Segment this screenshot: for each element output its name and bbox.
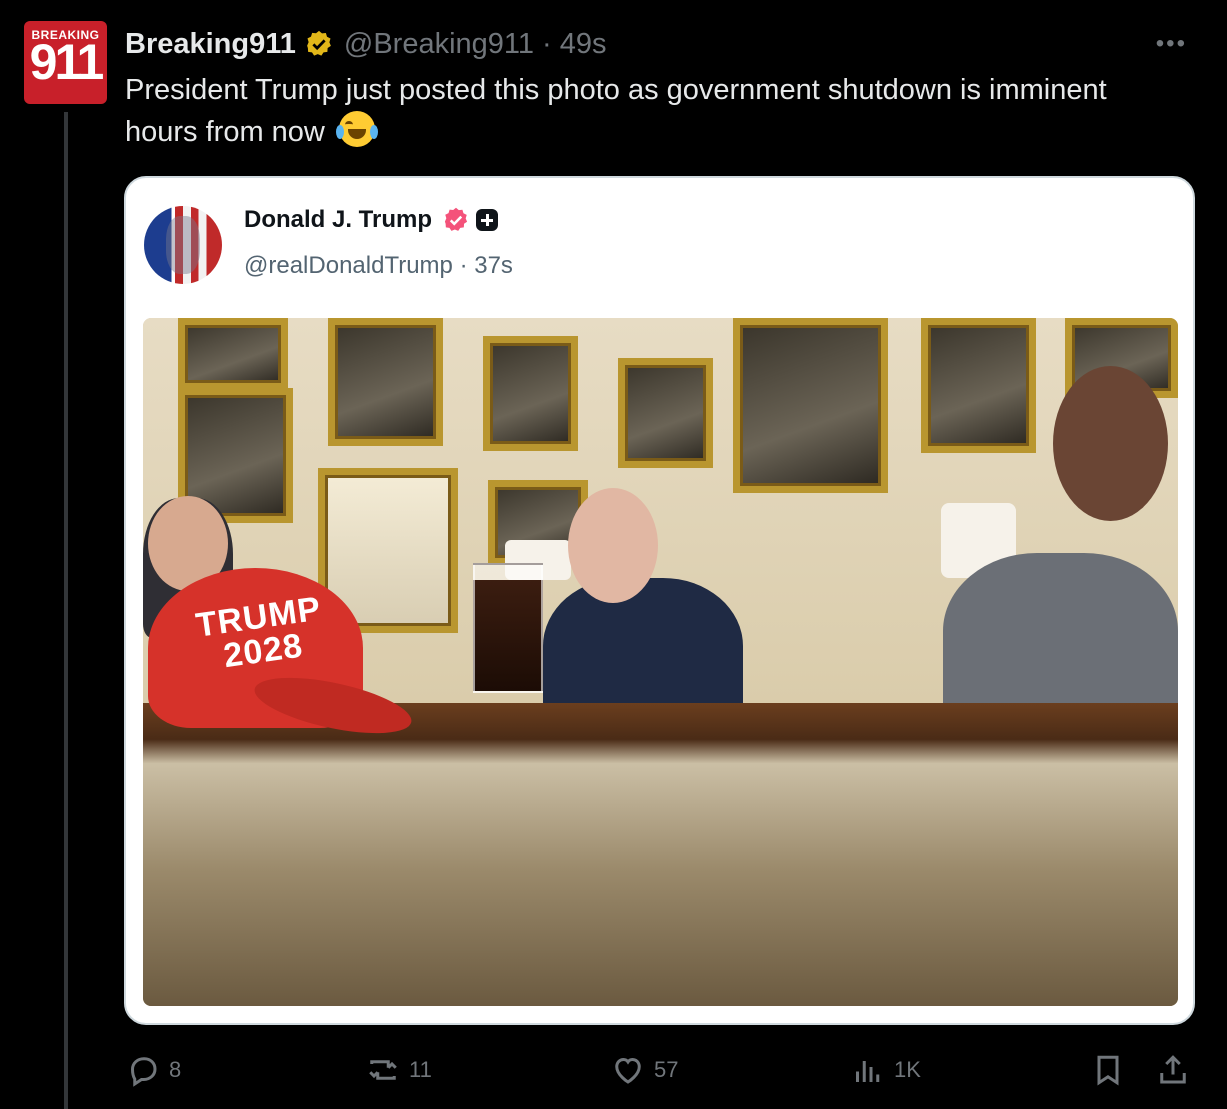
reply-icon [130, 1057, 157, 1087]
like-button[interactable]: 57 [610, 1052, 678, 1088]
timestamp[interactable]: 49s [560, 28, 607, 61]
gold-verified-icon[interactable] [304, 29, 334, 59]
thread-line [64, 112, 68, 1109]
portrait-frame [178, 318, 288, 390]
repost-count: 11 [409, 1057, 432, 1082]
pink-verified-icon [444, 207, 468, 231]
quoted-header: Donald J. Trump [244, 206, 499, 234]
like-count: 57 [654, 1057, 679, 1082]
avatar-number-text: 911 [29, 34, 105, 90]
reply-button[interactable]: 8 [125, 1052, 181, 1088]
affiliate-badge-icon [476, 209, 499, 231]
quoted-tweet-card[interactable]: Donald J. Trump @realDonaldTrump · 37s T… [124, 176, 1195, 1025]
quoted-separator: · [459, 252, 468, 279]
quoted-photo[interactable]: TRUMP 2028 [143, 318, 1178, 1006]
share-icon [1160, 1055, 1186, 1084]
heart-icon [615, 1057, 641, 1084]
portrait-frame [733, 318, 888, 493]
analytics-icon [856, 1061, 880, 1082]
bookmark-icon [1097, 1055, 1119, 1086]
tweet-body: President Trump just posted this photo a… [125, 74, 1107, 148]
action-bar: 8 11 57 1K [125, 1052, 1195, 1096]
share-button[interactable] [1155, 1052, 1199, 1088]
handle[interactable]: @Breaking911 [344, 28, 534, 61]
person-right-head [1053, 366, 1168, 521]
view-count: 1K [894, 1057, 921, 1082]
quoted-avatar[interactable] [144, 206, 222, 284]
repost-button[interactable]: 11 [365, 1052, 432, 1088]
portrait-frame [483, 336, 578, 451]
person-center-head [568, 488, 658, 603]
repost-icon [369, 1060, 397, 1080]
reflective-table [143, 703, 1178, 1006]
portrait-frame [921, 318, 1036, 453]
portrait-frame [328, 318, 443, 446]
more-options-icon[interactable]: ••• [1156, 30, 1187, 58]
reply-count: 8 [169, 1057, 182, 1082]
quoted-timestamp[interactable]: 37s [474, 252, 513, 279]
views-button[interactable]: 1K [850, 1052, 921, 1088]
bookmark-button[interactable] [1090, 1052, 1134, 1088]
tweet-text: President Trump just posted this photo a… [125, 70, 1165, 153]
tweet-header: Breaking911 @Breaking911 · 49s [125, 24, 606, 64]
quoted-handle[interactable]: @realDonaldTrump [244, 252, 453, 279]
portrait-frame [618, 358, 713, 468]
display-name[interactable]: Breaking911 [125, 28, 296, 61]
quoted-handle-line: @realDonaldTrump · 37s [244, 252, 513, 280]
laughing-tears-emoji-icon [335, 111, 378, 147]
separator-dot: · [542, 27, 552, 60]
soda-glass [473, 563, 543, 693]
quoted-display-name[interactable]: Donald J. Trump [244, 206, 432, 234]
avatar[interactable]: BREAKING 911 [24, 21, 107, 104]
